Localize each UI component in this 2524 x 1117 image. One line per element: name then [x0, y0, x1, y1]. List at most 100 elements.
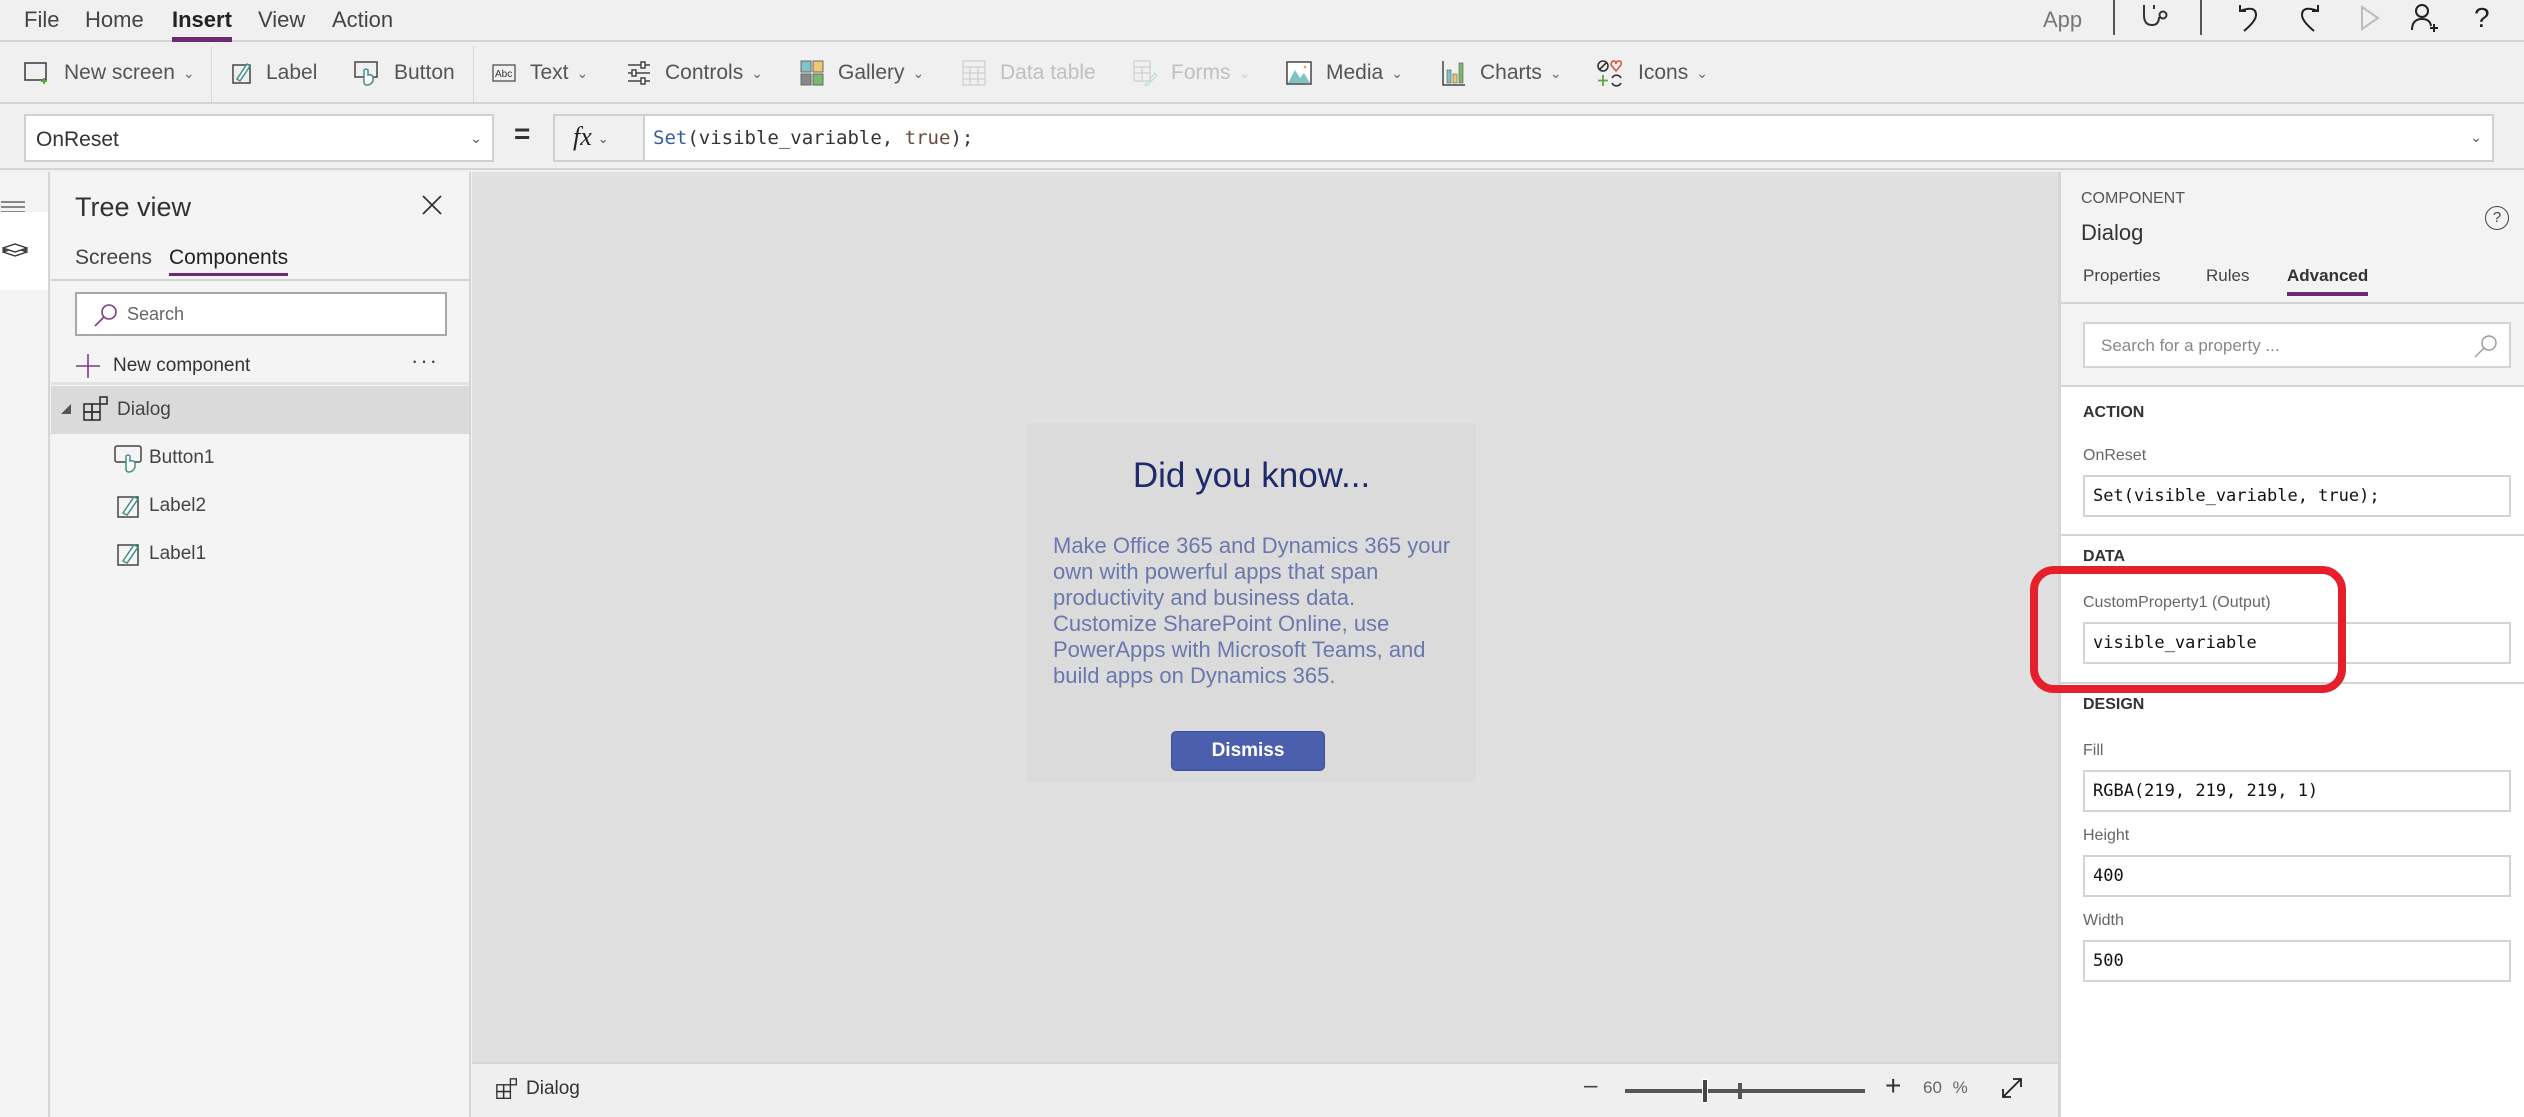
insert-button-button[interactable]: Button	[354, 44, 455, 102]
left-rail	[0, 172, 50, 1117]
chevron-down-icon: ⌄	[576, 64, 589, 81]
button-icon	[114, 445, 142, 473]
redo-icon[interactable]	[2296, 3, 2322, 38]
tab-components[interactable]: Components	[169, 246, 289, 276]
menu-home[interactable]: Home	[85, 7, 144, 33]
design-canvas[interactable]: Did you know... Make Office 365 and Dyna…	[472, 172, 2058, 1062]
divider	[2061, 682, 2524, 684]
media-label: Media	[1326, 61, 1384, 84]
formula-function: Set	[653, 127, 688, 149]
search-placeholder: Search for a property ...	[2101, 336, 2280, 355]
zoom-slider-thumb[interactable]	[1702, 1079, 1708, 1103]
tree-view-title: Tree view	[75, 192, 192, 222]
tree-node-button1[interactable]: Button1	[51, 434, 469, 482]
new-component-button[interactable]: New component	[75, 348, 250, 384]
divider	[473, 46, 474, 102]
tree-search-input[interactable]: Search	[75, 292, 447, 336]
forms-label: Forms	[1171, 61, 1231, 84]
dialog-component[interactable]: Did you know... Make Office 365 and Dyna…	[1027, 423, 1476, 782]
divider	[51, 382, 469, 385]
undo-icon[interactable]	[2236, 3, 2262, 38]
selected-name[interactable]: Dialog	[2081, 220, 2143, 246]
label-icon	[117, 544, 140, 566]
property-search-input[interactable]: Search for a property ...	[2083, 322, 2511, 368]
chevron-down-icon: ⌄	[912, 64, 925, 81]
property-search-area: Search for a property ...	[2061, 302, 2524, 387]
chevron-down-icon: ⌄	[751, 64, 763, 81]
tree-view-layers-icon[interactable]	[0, 212, 48, 290]
fx-icon: fx	[573, 122, 592, 151]
zoom-default-tick	[1738, 1083, 1742, 1099]
expand-caret-icon[interactable]	[61, 404, 71, 414]
tree-node-label2[interactable]: Label2	[51, 482, 469, 530]
more-options-icon[interactable]: ···	[411, 348, 439, 374]
gallery-menu[interactable]: Gallery ⌄	[800, 44, 924, 102]
tab-properties[interactable]: Properties	[2083, 266, 2160, 286]
charts-icon	[1442, 61, 1465, 86]
tab-rules[interactable]: Rules	[2206, 266, 2249, 286]
tab-advanced[interactable]: Advanced	[2287, 266, 2369, 296]
button-icon	[354, 61, 378, 86]
zoom-out-button[interactable]: –	[1584, 1072, 1597, 1100]
prop-width-input[interactable]: 500	[2083, 940, 2511, 982]
help-circle-icon[interactable]: ?	[2485, 206, 2509, 230]
tree-node-label1[interactable]: Label1	[51, 530, 469, 578]
property-dropdown[interactable]: OnReset ⌄	[24, 114, 494, 162]
prop-fill-input[interactable]: RGBA(219, 219, 219, 1)	[2083, 770, 2511, 812]
formula-input[interactable]: Set(visible_variable, true); ⌄	[643, 114, 2494, 162]
button-text: Button	[394, 61, 455, 84]
prop-height-input[interactable]: 400	[2083, 855, 2511, 897]
controls-menu[interactable]: Controls ⌄	[627, 44, 763, 102]
prop-height-label: Height	[2083, 827, 2130, 844]
dialog-title[interactable]: Did you know...	[1027, 456, 1476, 496]
fx-button[interactable]: fx ⌄	[553, 114, 643, 162]
prop-customproperty1-input[interactable]: visible_variable	[2083, 622, 2511, 664]
icons-label: Icons	[1638, 61, 1689, 84]
prop-customproperty1-label: CustomProperty1 (Output)	[2083, 594, 2271, 611]
insert-label-button[interactable]: Label	[232, 44, 317, 102]
media-menu[interactable]: Media ⌄	[1286, 44, 1403, 102]
menu-view[interactable]: View	[258, 7, 305, 33]
expand-formula-chevron-icon[interactable]: ⌄	[2470, 129, 2482, 146]
menu-action[interactable]: Action	[332, 7, 393, 33]
formula-args: (visible_variable,	[687, 127, 905, 149]
component-icon	[496, 1078, 517, 1099]
current-screen-indicator[interactable]: Dialog	[496, 1078, 580, 1100]
menu-insert[interactable]: Insert	[172, 7, 232, 42]
icons-gallery-icon	[1597, 60, 1622, 87]
zoom-slider[interactable]	[1625, 1079, 1865, 1103]
menu-bar: File Home Insert View Action App ?	[0, 0, 2524, 42]
forms-icon	[1133, 60, 1157, 86]
dialog-body-text[interactable]: Make Office 365 and Dynamics 365 your ow…	[1053, 533, 1463, 689]
app-checker-icon[interactable]	[2140, 3, 2170, 38]
text-menu[interactable]: Abc Text ⌄	[492, 44, 588, 102]
charts-menu[interactable]: Charts ⌄	[1442, 44, 1562, 102]
help-icon[interactable]: ?	[2474, 2, 2490, 34]
new-screen-button[interactable]: New screen ⌄	[24, 44, 195, 102]
data-table-label: Data table	[1000, 61, 1096, 84]
formula-bool: true	[904, 127, 951, 149]
tree-node-dialog[interactable]: Dialog	[51, 386, 469, 434]
text-label: Text	[530, 61, 569, 84]
zoom-unit: %	[1952, 1078, 1968, 1097]
formula-end: );	[950, 127, 974, 149]
menu-file[interactable]: File	[24, 7, 59, 33]
prop-fill-label: Fill	[2083, 742, 2104, 759]
play-icon[interactable]	[2360, 5, 2380, 36]
section-design-title: DESIGN	[2083, 696, 2145, 713]
icons-menu[interactable]: Icons ⌄	[1596, 44, 1708, 102]
current-screen-label: Dialog	[526, 1078, 580, 1099]
prop-onreset-input[interactable]: Set(visible_variable, true);	[2083, 475, 2511, 517]
close-icon[interactable]	[421, 194, 445, 218]
tab-screens[interactable]: Screens	[75, 246, 152, 270]
divider	[51, 279, 469, 281]
app-settings-link[interactable]: App	[2043, 7, 2082, 33]
data-table-button[interactable]: Data table	[962, 44, 1096, 102]
fit-to-window-icon[interactable]	[2000, 1076, 2024, 1105]
dismiss-button[interactable]: Dismiss	[1171, 731, 1325, 771]
zoom-value: 60	[1923, 1078, 1942, 1097]
share-icon[interactable]	[2410, 2, 2442, 39]
zoom-in-button[interactable]: +	[1885, 1070, 1901, 1102]
forms-menu[interactable]: Forms ⌄	[1133, 44, 1250, 102]
new-screen-label: New screen	[64, 61, 175, 84]
